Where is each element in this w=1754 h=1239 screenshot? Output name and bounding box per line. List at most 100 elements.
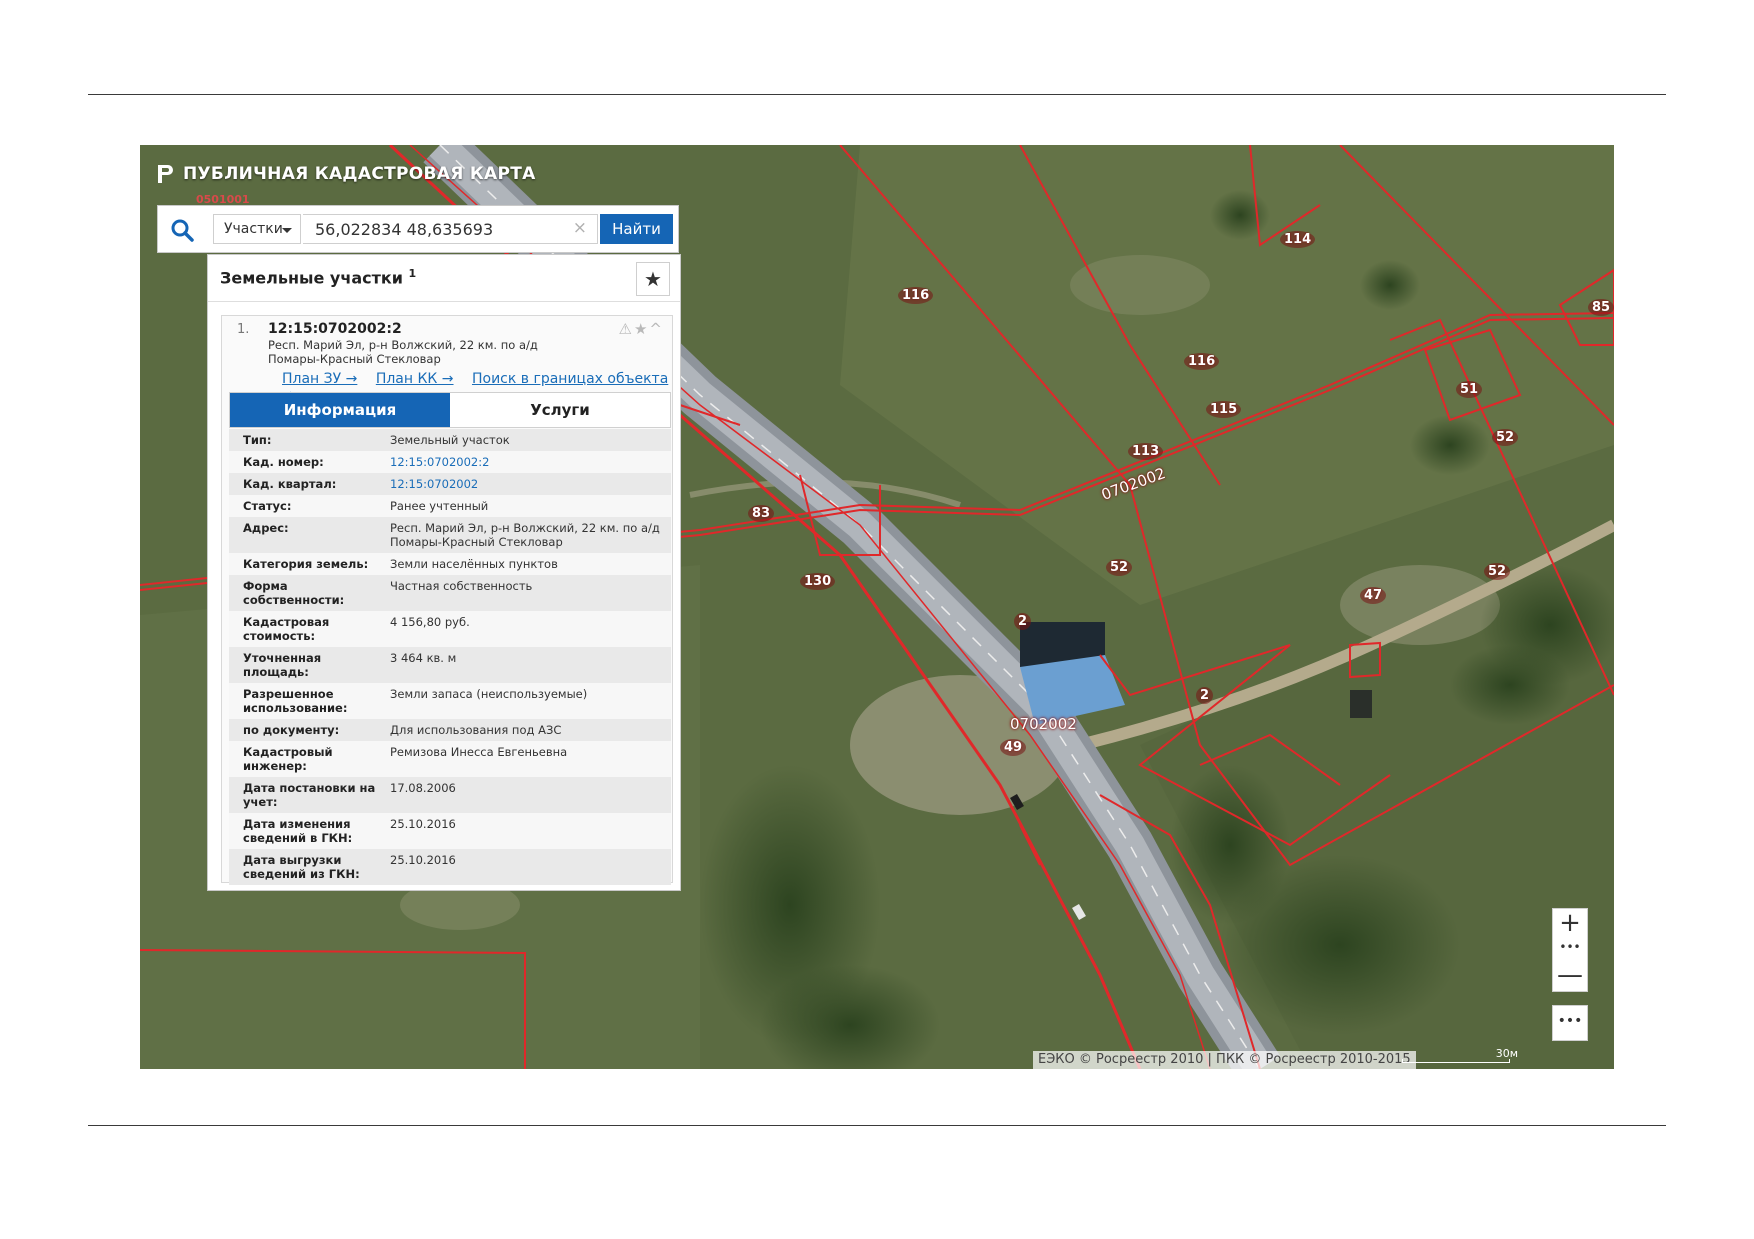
parcel-label[interactable]: 113	[1128, 443, 1164, 460]
row-key: Кад. квартал:	[243, 477, 337, 491]
app-brand[interactable]: ПУБЛИЧНАЯ КАДАСТРОВАЯ КАРТА	[156, 163, 536, 185]
result-card: 1. 12:15:0702002:2 Респ. Марий Эл, р-н В…	[221, 315, 673, 885]
tab-services[interactable]: Услуги	[450, 393, 670, 427]
parcel-label[interactable]: 114	[1280, 231, 1316, 248]
search-bar: Участки 56,022834 48,635693 × Найти	[157, 205, 679, 253]
zoom-level-dots[interactable]: •••	[1553, 941, 1587, 953]
row-key: Тип:	[243, 433, 272, 447]
table-row: Категория земель: Земли населённых пункто…	[229, 553, 671, 575]
result-tabs: Информация Услуги	[229, 392, 671, 428]
map-view[interactable]: ПУБЛИЧНАЯ КАДАСТРОВАЯ КАРТА 0501001 116 …	[140, 145, 1614, 1069]
quarter-label[interactable]: 0702002	[1010, 715, 1077, 733]
table-row: Дата выгрузки сведений из ГКН: 25.10.2016	[229, 849, 671, 885]
scale-label: 30м	[1495, 1047, 1518, 1060]
parcel-label[interactable]: 2	[1014, 613, 1032, 630]
tab-information[interactable]: Информация	[230, 393, 450, 427]
row-key: Кадастровый инженер:	[243, 745, 333, 773]
row-key: по документу:	[243, 723, 340, 737]
table-row: Кад. квартал: 12:15:0702002	[229, 473, 671, 495]
table-row: Кадастровый инженер: Ремизова Инесса Евге…	[229, 741, 671, 777]
row-value: Земли запаса (неиспользуемые)	[390, 687, 588, 701]
row-value: Респ. Марий Эл, р-н Волжский, 22 км. по …	[390, 521, 660, 549]
zoom-control: + ••• —	[1552, 908, 1588, 992]
row-key: Разрешенное использование:	[243, 687, 348, 715]
table-row: Уточненная площадь: 3 464 кв. м	[229, 647, 671, 683]
row-value: 4 156,80 руб.	[390, 615, 470, 629]
row-value: Для использования под АЗС	[390, 723, 562, 737]
find-button[interactable]: Найти	[600, 214, 673, 244]
parcel-label[interactable]: 116	[898, 287, 934, 304]
row-value: 25.10.2016	[390, 853, 456, 867]
row-value: 25.10.2016	[390, 817, 456, 831]
zoom-out-button[interactable]: —	[1553, 961, 1587, 991]
info-table: Тип: Земельный участок Кад. номер: 12:15:0…	[229, 429, 671, 885]
parcel-label[interactable]: 115	[1206, 401, 1242, 418]
results-header: Земельные участки 1 ★	[208, 255, 680, 302]
row-key: Дата изменения сведений в ГКН:	[243, 817, 353, 845]
row-value: Земли населённых пунктов	[390, 557, 558, 571]
pkk-logo-icon	[158, 165, 173, 183]
table-row: Кадастровая стоимость: 4 156,80 руб.	[229, 611, 671, 647]
table-row: Тип: Земельный участок	[229, 429, 671, 451]
scale-bar-line	[1402, 1059, 1510, 1063]
table-row: Кад. номер: 12:15:0702002:2	[229, 451, 671, 473]
table-row: Форма собственности: Частная собственност…	[229, 575, 671, 611]
search-type-select[interactable]: Участки	[213, 214, 301, 244]
table-row: Разрешенное использование: Земли запаса (…	[229, 683, 671, 719]
search-query: 56,022834 48,635693	[315, 220, 494, 239]
row-key: Кадастровая стоимость:	[243, 615, 330, 643]
row-key: Уточненная площадь:	[243, 651, 322, 679]
top-rule	[88, 94, 1666, 95]
parcel-label[interactable]: 116	[1184, 353, 1220, 370]
parcel-label[interactable]: 52	[1484, 563, 1511, 580]
row-key: Форма собственности:	[243, 579, 345, 607]
search-icon[interactable]	[170, 218, 194, 242]
app-title: ПУБЛИЧНАЯ КАДАСТРОВАЯ КАРТА	[183, 164, 536, 184]
results-title: Земельные участки 1	[220, 267, 416, 287]
row-key: Дата постановки на учет:	[243, 781, 376, 809]
bottom-rule	[88, 1125, 1666, 1126]
table-row: по документу: Для использования под АЗС	[229, 719, 671, 741]
cad-number-link[interactable]: 12:15:0702002:2	[390, 451, 671, 473]
row-key: Дата выгрузки сведений из ГКН:	[243, 853, 360, 881]
row-key: Категория земель:	[243, 557, 369, 571]
parcel-label[interactable]: 49	[1000, 739, 1027, 756]
parcel-label[interactable]: 83	[748, 505, 775, 522]
results-count: 1	[408, 267, 417, 280]
results-panel: Земельные участки 1 ★ 1. 12:15:0702002:2…	[207, 254, 681, 891]
result-cad-number[interactable]: 12:15:0702002:2	[268, 321, 402, 337]
result-index: 1.	[237, 322, 250, 337]
more-tools-button[interactable]: •••	[1552, 1005, 1588, 1041]
table-row: Статус: Ранее учтенный	[229, 495, 671, 517]
row-key: Статус:	[243, 499, 292, 513]
parcel-label[interactable]: 2	[1196, 687, 1214, 704]
scale-bar: 30м	[1402, 1047, 1518, 1066]
plan-zu-link[interactable]: План ЗУ →	[282, 371, 357, 387]
parcel-label[interactable]: 130	[800, 573, 836, 590]
parcel-label[interactable]: 47	[1360, 587, 1387, 604]
row-value: Ранее учтенный	[390, 499, 489, 513]
row-key: Адрес:	[243, 521, 289, 535]
table-row: Адрес: Респ. Марий Эл, р-н Волжский, 22 к…	[229, 517, 671, 553]
row-value: Частная собственность	[390, 579, 533, 593]
row-key: Кад. номер:	[243, 455, 324, 469]
clear-icon[interactable]: ×	[573, 218, 587, 238]
result-address: Респ. Марий Эл, р-н Волжский, 22 км. по …	[268, 338, 538, 366]
result-tools[interactable]: ⚠★^	[619, 320, 664, 338]
search-input[interactable]: 56,022834 48,635693 ×	[303, 214, 598, 244]
parcel-label[interactable]: 85	[1588, 299, 1614, 316]
favorites-button[interactable]: ★	[636, 262, 670, 296]
results-title-text: Земельные участки	[220, 268, 403, 288]
row-value: 3 464 кв. м	[390, 651, 457, 665]
row-value: Земельный участок	[390, 433, 510, 447]
cad-quarter-link[interactable]: 12:15:0702002	[390, 473, 671, 495]
parcel-label[interactable]: 51	[1456, 381, 1483, 398]
table-row: Дата изменения сведений в ГКН: 25.10.2016	[229, 813, 671, 849]
parcel-label[interactable]: 52	[1106, 559, 1133, 576]
row-value: 17.08.2006	[390, 781, 456, 795]
zoom-in-button[interactable]: +	[1553, 909, 1587, 939]
plan-kk-link[interactable]: План КК →	[376, 371, 454, 387]
search-type-label: Участки	[224, 221, 283, 237]
parcel-label[interactable]: 52	[1492, 429, 1519, 446]
caret-down-icon	[282, 228, 292, 233]
